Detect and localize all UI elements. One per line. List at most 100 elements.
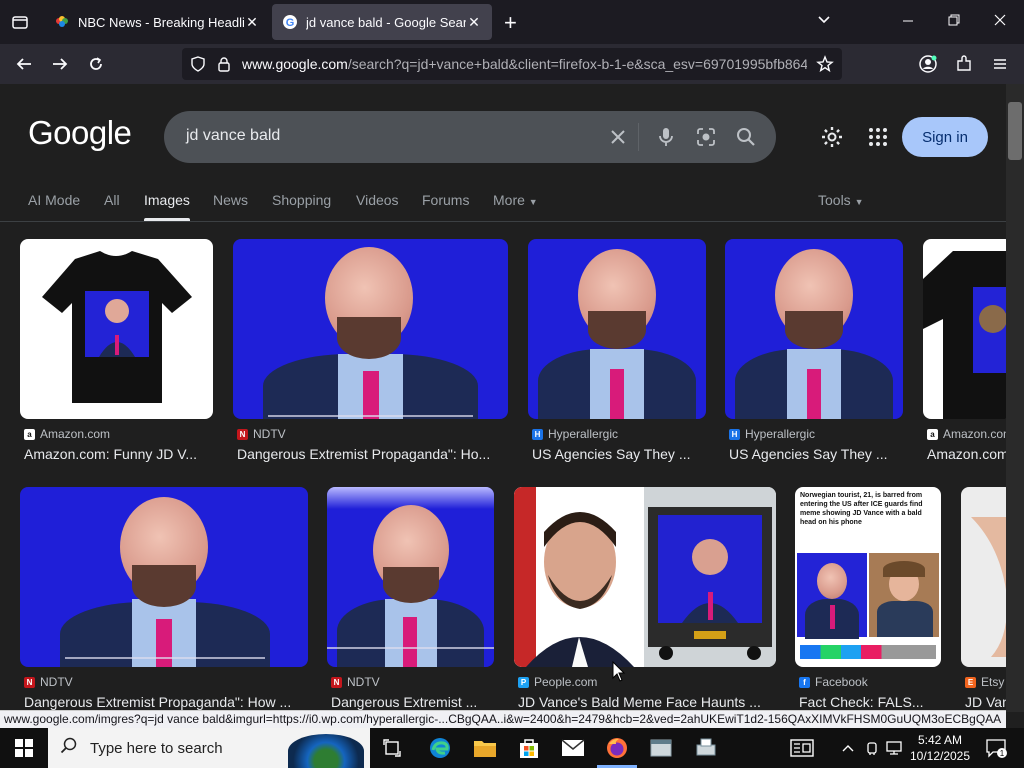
tab-google-search[interactable]: G jd vance bald - Google Search ✕ bbox=[272, 4, 492, 40]
taskbar-clock[interactable]: 5:42 AM 10/12/2025 bbox=[904, 732, 976, 764]
ndtv-favicon-icon: N bbox=[237, 428, 248, 440]
dropdown-caret-icon: ▼ bbox=[528, 197, 538, 207]
tab-videos[interactable]: Videos bbox=[356, 192, 399, 208]
result-title[interactable]: JD Vance's Bald Meme Face Haunts ... bbox=[518, 694, 776, 710]
task-view-icon[interactable] bbox=[378, 734, 406, 762]
image-result-thumbnail[interactable] bbox=[923, 239, 1013, 419]
settings-gear-icon[interactable] bbox=[820, 125, 844, 149]
reload-icon[interactable] bbox=[84, 52, 108, 76]
result-title[interactable]: JD Van bbox=[965, 694, 1007, 710]
sign-in-button[interactable]: Sign in bbox=[902, 117, 988, 157]
lens-camera-icon[interactable] bbox=[694, 125, 718, 149]
result-source[interactable]: N NDTV bbox=[331, 675, 380, 689]
notifications-icon[interactable]: 1 bbox=[982, 734, 1010, 762]
url-text[interactable]: www.google.com/search?q=jd+vance+bald&cl… bbox=[242, 56, 807, 72]
file-explorer-icon[interactable] bbox=[471, 734, 499, 762]
microsoft-store-icon[interactable] bbox=[515, 734, 543, 762]
tab-shopping[interactable]: Shopping bbox=[272, 192, 331, 208]
result-source[interactable]: f Facebook bbox=[799, 675, 868, 689]
result-source[interactable]: a Amazon.com bbox=[24, 427, 110, 441]
tab-forums[interactable]: Forums bbox=[422, 192, 469, 208]
app-icon-printer[interactable] bbox=[692, 734, 720, 762]
forward-arrow-icon[interactable] bbox=[48, 52, 72, 76]
tab-title: NBC News - Breaking Headlines bbox=[78, 14, 244, 30]
image-result-thumbnail[interactable] bbox=[233, 239, 508, 419]
tab-news[interactable]: News bbox=[213, 192, 248, 208]
extensions-icon[interactable] bbox=[952, 52, 976, 76]
taskbar-search-box[interactable]: Type here to search bbox=[48, 728, 370, 768]
search-box[interactable]: jd vance bald bbox=[164, 111, 776, 163]
result-source[interactable]: N NDTV bbox=[24, 675, 73, 689]
news-widget-icon[interactable] bbox=[788, 734, 816, 762]
tab-images[interactable]: Images bbox=[144, 192, 190, 221]
result-title[interactable]: Dangerous Extremist ... bbox=[331, 694, 494, 710]
people-favicon-icon: P bbox=[518, 676, 529, 688]
chevron-down-icon[interactable] bbox=[816, 12, 832, 31]
result-title[interactable]: US Agencies Say They ... bbox=[532, 446, 706, 462]
nbc-peacock-icon bbox=[54, 14, 70, 30]
tools-button[interactable]: Tools ▼ bbox=[818, 192, 864, 208]
image-result-thumbnail[interactable] bbox=[20, 239, 213, 419]
account-icon[interactable] bbox=[916, 52, 940, 76]
weather-globe-icon[interactable] bbox=[288, 734, 364, 768]
result-title[interactable]: Dangerous Extremist Propaganda": Ho... bbox=[237, 446, 507, 462]
bookmark-star-icon[interactable] bbox=[816, 55, 834, 78]
close-tab-icon[interactable]: ✕ bbox=[244, 14, 260, 31]
google-logo[interactable]: Google bbox=[28, 114, 132, 152]
page-scrollbar[interactable] bbox=[1006, 84, 1024, 712]
tab-ai-mode[interactable]: AI Mode bbox=[28, 192, 80, 208]
minimize-icon[interactable] bbox=[900, 12, 916, 33]
shield-icon[interactable] bbox=[190, 56, 206, 77]
back-arrow-icon[interactable] bbox=[12, 52, 36, 76]
list-all-tabs-icon[interactable] bbox=[10, 12, 30, 32]
hamburger-menu-icon[interactable] bbox=[988, 52, 1012, 76]
scrollbar-thumb[interactable] bbox=[1008, 102, 1022, 160]
result-title[interactable]: Dangerous Extremist Propaganda": How ... bbox=[24, 694, 308, 710]
google-images-page: Google jd vance bald Sign in AI Mode All… bbox=[0, 84, 1024, 712]
search-icon[interactable] bbox=[734, 125, 758, 149]
image-result-thumbnail[interactable]: Norwegian tourist, 21, is barred from en… bbox=[795, 487, 941, 667]
tab-all[interactable]: All bbox=[104, 192, 120, 208]
windows-taskbar: Type here to search 5:42 AM 10/12/2025 1 bbox=[0, 728, 1024, 768]
address-bar[interactable]: www.google.com/search?q=jd+vance+bald&cl… bbox=[182, 48, 842, 80]
result-title[interactable]: US Agencies Say They ... bbox=[729, 446, 903, 462]
image-result-thumbnail[interactable] bbox=[20, 487, 308, 667]
new-tab-icon[interactable]: + bbox=[504, 10, 524, 35]
windows-start-icon[interactable] bbox=[10, 734, 38, 762]
result-source[interactable]: P People.com bbox=[518, 675, 597, 689]
clock-date: 10/12/2025 bbox=[909, 749, 971, 763]
divider bbox=[638, 123, 639, 151]
restore-icon[interactable] bbox=[946, 12, 962, 33]
amazon-favicon-icon: a bbox=[927, 428, 938, 440]
apps-grid-icon[interactable] bbox=[866, 125, 890, 149]
image-result-thumbnail[interactable] bbox=[327, 487, 494, 667]
edge-browser-icon[interactable] bbox=[426, 734, 454, 762]
result-title[interactable]: Amazon.com: Funny JD V... bbox=[24, 446, 214, 462]
ndtv-favicon-icon: N bbox=[24, 676, 35, 688]
bluebg-photo bbox=[797, 553, 867, 639]
lock-icon[interactable] bbox=[216, 56, 232, 77]
result-source[interactable]: H Hyperallergic bbox=[532, 427, 618, 441]
app-icon-window[interactable] bbox=[647, 734, 675, 762]
tab-more[interactable]: More ▼ bbox=[493, 192, 538, 208]
close-tab-icon[interactable]: ✕ bbox=[466, 14, 482, 31]
tab-nbc-news[interactable]: NBC News - Breaking Headlines ✕ bbox=[44, 4, 270, 40]
clear-search-icon[interactable] bbox=[606, 125, 630, 149]
share-icons-strip bbox=[800, 645, 936, 659]
firefox-icon[interactable] bbox=[603, 734, 631, 762]
close-window-icon[interactable] bbox=[992, 12, 1008, 33]
result-source[interactable]: H Hyperallergic bbox=[729, 427, 815, 441]
microphone-icon[interactable] bbox=[654, 125, 678, 149]
image-result-thumbnail[interactable] bbox=[514, 487, 776, 667]
link-status-bar: www.google.com/imgres?q=jd vance bald&im… bbox=[0, 710, 1006, 728]
clock-time: 5:42 AM bbox=[917, 733, 963, 747]
image-result-thumbnail[interactable] bbox=[528, 239, 706, 419]
result-title[interactable]: Fact Check: FALS... bbox=[799, 694, 941, 710]
image-result-thumbnail[interactable] bbox=[725, 239, 903, 419]
result-source[interactable]: E Etsy bbox=[965, 675, 1004, 689]
result-source[interactable]: a Amazon.com bbox=[927, 427, 1013, 441]
mail-icon[interactable] bbox=[559, 734, 587, 762]
search-input[interactable]: jd vance bald bbox=[186, 127, 280, 145]
result-title[interactable]: Amazon.com bbox=[927, 446, 1007, 462]
result-source[interactable]: N NDTV bbox=[237, 427, 286, 441]
